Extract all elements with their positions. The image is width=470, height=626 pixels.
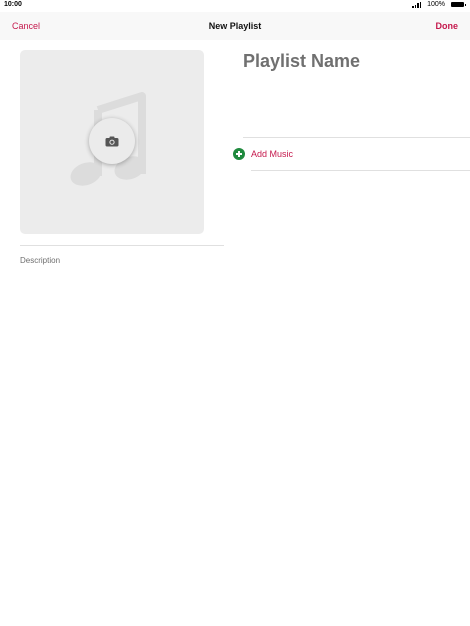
- battery-icon: [451, 2, 466, 7]
- add-music-button[interactable]: Add Music: [233, 148, 293, 160]
- playlist-name-field[interactable]: Playlist Name: [243, 51, 360, 72]
- navigation-bar: Cancel New Playlist Done: [0, 12, 470, 40]
- divider: [20, 245, 224, 246]
- divider: [243, 137, 470, 138]
- description-field[interactable]: Description: [20, 256, 60, 265]
- done-button[interactable]: Done: [436, 21, 459, 31]
- status-indicators: 100%: [412, 1, 466, 8]
- divider: [251, 170, 470, 171]
- page-title: New Playlist: [208, 21, 262, 31]
- add-icon: [233, 148, 245, 160]
- camera-button[interactable]: [89, 118, 135, 164]
- status-bar: 10:00 100%: [0, 0, 470, 12]
- battery-percent: 100%: [427, 1, 445, 8]
- status-time: 10:00: [4, 1, 22, 8]
- camera-icon: [105, 136, 119, 146]
- add-music-label: Add Music: [251, 149, 294, 159]
- signal-icon: [412, 1, 422, 8]
